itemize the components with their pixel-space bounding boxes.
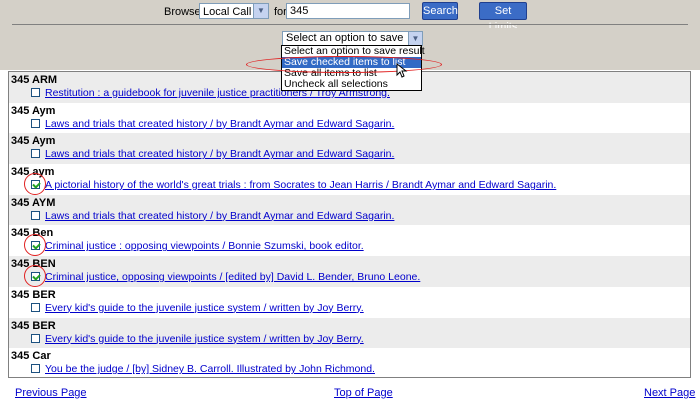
select-checkbox[interactable] [31,118,40,128]
select-checkbox[interactable] [31,149,40,159]
pagination-footer: Previous Page Top of Page Next Page [0,381,700,402]
title-link[interactable]: Criminal justice, opposing viewpoints / … [45,271,420,283]
result-row: 345 Car You be the judge / [by] Sidney B.… [9,348,690,377]
call-number: 345 BER [11,319,56,332]
call-number: 345 Car [11,350,51,363]
title-link[interactable]: Laws and trials that created history / b… [45,210,394,222]
annotation-ellipse [246,56,442,73]
title-link[interactable]: Criminal justice : opposing viewpoints /… [45,240,364,252]
chevron-down-icon[interactable]: ▼ [408,32,422,45]
select-checkbox[interactable] [31,210,40,220]
browse-bar: Browse: Local Call ▼ for Search Set Limi… [0,0,700,33]
result-row: 345 Aym Laws and trials that created hist… [9,103,690,134]
select-checkbox[interactable] [31,302,40,312]
select-checkbox[interactable] [31,364,40,374]
select-checkbox[interactable] [31,333,40,343]
title-link[interactable]: Laws and trials that created history / b… [45,118,394,130]
annotation-circle [24,173,46,196]
next-page-link[interactable]: Next Page [644,387,695,399]
result-row: 345 BEN Criminal justice, opposing viewpo… [9,256,690,288]
call-number: 345 ARM [11,74,58,86]
results-list: 345 ARM Restitution : a guidebook for juv… [8,71,691,378]
top-of-page-link[interactable]: Top of Page [334,387,393,399]
divider [12,24,688,25]
select-checkbox[interactable] [31,88,40,97]
title-link[interactable]: Every kid's guide to the juvenile justic… [45,333,364,345]
search-input[interactable] [286,3,410,19]
title-link[interactable]: Laws and trials that created history / b… [45,148,394,160]
for-label: for [274,6,287,18]
result-row: 345 AYM Laws and trials that created hist… [9,194,690,226]
call-number: 345 Aym [11,104,56,117]
result-row: 345 Ben Criminal justice : opposing viewp… [9,225,690,257]
result-row: 345 BER Every kid's guide to the juvenile… [9,317,690,349]
title-link[interactable]: You be the judge / [by] Sidney B. Carrol… [45,363,375,375]
previous-page-link[interactable]: Previous Page [15,387,87,399]
set-limits-button[interactable]: Set Limits [479,2,527,33]
annotation-circle [24,234,46,257]
annotation-circle [24,265,46,288]
result-row: 345 BER Every kid's guide to the juvenile… [9,287,690,318]
call-number: 345 BER [11,288,56,301]
mouse-cursor-icon [396,63,408,78]
title-link[interactable]: Every kid's guide to the juvenile justic… [45,302,364,314]
browse-label: Browse: [164,6,204,18]
browse-type-value: Local Call [203,6,252,18]
result-row: 345 Aym Laws and trials that created hist… [9,133,690,165]
save-option-select[interactable]: Select an option to save result ▼ [282,31,423,57]
call-number: 345 Aym [11,135,56,148]
result-row: 345 aym A pictorial history of the world'… [9,164,690,196]
save-option-item[interactable]: Uncheck all selections [282,79,421,90]
call-number: 345 AYM [11,196,56,209]
browse-type-select[interactable]: Local Call ▼ [199,3,269,19]
chevron-down-icon[interactable]: ▼ [253,4,268,18]
title-link[interactable]: A pictorial history of the world's great… [45,179,556,191]
search-button[interactable]: Search [422,2,458,20]
